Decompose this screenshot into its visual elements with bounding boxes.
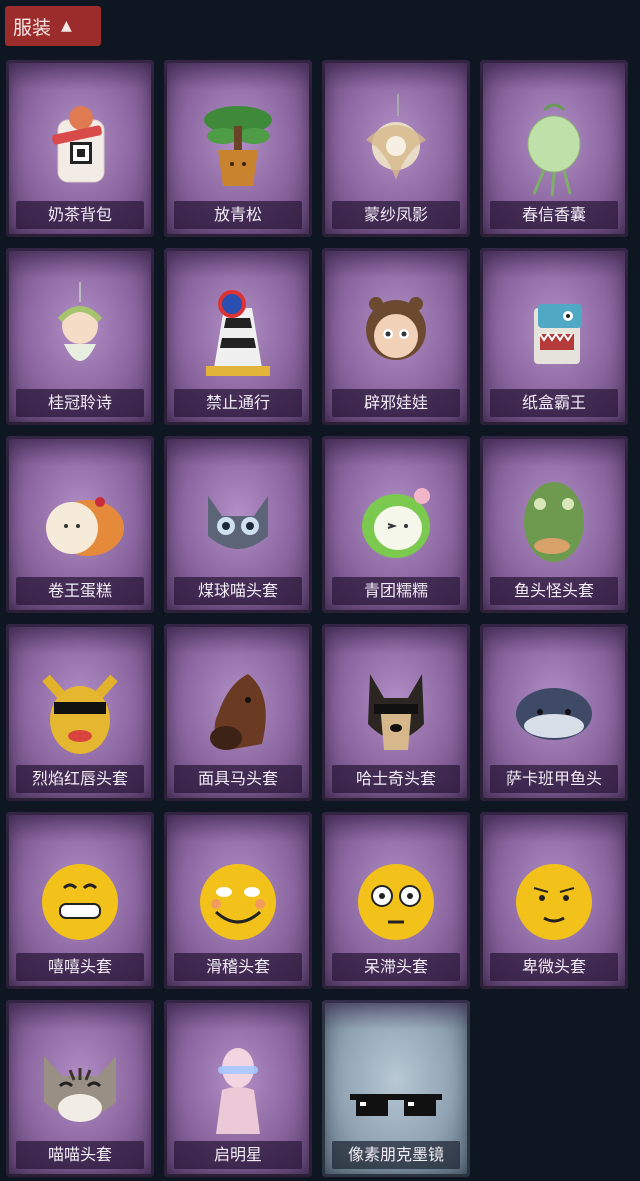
outfit-name: 启明星 bbox=[174, 1141, 302, 1169]
outfit-name: 喵喵头套 bbox=[16, 1141, 144, 1169]
outfit-name: 面具马头套 bbox=[174, 765, 302, 793]
outfit-card[interactable]: 春信香囊 bbox=[480, 60, 628, 237]
outfit-card[interactable]: 青团糯糯 bbox=[322, 436, 470, 613]
outfit-name: 奶茶背包 bbox=[16, 201, 144, 229]
husky-mask-icon bbox=[368, 674, 424, 750]
outfit-card[interactable]: 奶茶背包 bbox=[6, 60, 154, 237]
outfit-card[interactable]: 萨卡班甲鱼头 bbox=[480, 624, 628, 801]
gray-cat-head-icon bbox=[208, 496, 268, 549]
roll-cake-icon bbox=[46, 497, 124, 556]
green-rice-ball-icon bbox=[362, 488, 430, 558]
outfit-name: 桂冠聆诗 bbox=[16, 389, 144, 417]
outfit-name: 滑稽头套 bbox=[174, 953, 302, 981]
outfit-name: 蒙纱凤影 bbox=[332, 201, 460, 229]
cardboard-dino-icon bbox=[534, 304, 582, 364]
outfit-card[interactable]: 禁止通行 bbox=[164, 248, 312, 425]
category-header[interactable]: 服装 ▲ bbox=[5, 6, 101, 46]
outfit-card[interactable]: 嘻嘻头套 bbox=[6, 812, 154, 989]
milk-tea-backpack-icon bbox=[52, 106, 105, 183]
outfit-name: 青团糯糯 bbox=[332, 577, 460, 605]
phoenix-charm-icon bbox=[366, 94, 426, 180]
outfit-card[interactable]: 卑微头套 bbox=[480, 812, 628, 989]
outfit-name: 辟邪娃娃 bbox=[332, 389, 460, 417]
outfit-name: 煤球喵头套 bbox=[174, 577, 302, 605]
sachet-icon bbox=[527, 103, 581, 197]
outfit-card[interactable]: 纸盒霸王 bbox=[480, 248, 628, 425]
no-entry-cone-icon bbox=[206, 290, 270, 376]
outfit-card[interactable]: 像素朋克墨镜 bbox=[322, 1000, 470, 1177]
sacabambaspis-head-icon bbox=[516, 688, 592, 740]
outfit-name: 卷王蛋糕 bbox=[16, 577, 144, 605]
stare-emoji-icon bbox=[358, 864, 434, 940]
outfit-name: 放青松 bbox=[174, 201, 302, 229]
outfit-card[interactable]: 喵喵头套 bbox=[6, 1000, 154, 1177]
chevron-up-icon: ▲ bbox=[61, 18, 72, 34]
horse-mask-icon bbox=[210, 674, 266, 750]
outfit-card[interactable]: 呆滞头套 bbox=[322, 812, 470, 989]
outfit-name: 呆滞头套 bbox=[332, 953, 460, 981]
outfit-card[interactable]: 煤球喵头套 bbox=[164, 436, 312, 613]
outfit-name: 春信香囊 bbox=[490, 201, 618, 229]
outfit-name: 鱼头怪头套 bbox=[490, 577, 618, 605]
outfit-card[interactable]: 桂冠聆诗 bbox=[6, 248, 154, 425]
outfit-name: 卑微头套 bbox=[490, 953, 618, 981]
pixel-sunglasses-icon bbox=[350, 1094, 442, 1116]
outfit-card[interactable]: 鱼头怪头套 bbox=[480, 436, 628, 613]
outfit-card[interactable]: 滑稽头套 bbox=[164, 812, 312, 989]
glowing-figure-icon bbox=[216, 1048, 260, 1134]
potted-pine-icon bbox=[204, 106, 272, 186]
outfit-card[interactable]: 卷王蛋糕 bbox=[6, 436, 154, 613]
fish-head-mask-icon bbox=[524, 482, 584, 562]
yellow-mask-sunglasses-icon bbox=[42, 674, 118, 754]
outfit-card[interactable]: 启明星 bbox=[164, 1000, 312, 1177]
outfit-card[interactable]: 哈士奇头套 bbox=[322, 624, 470, 801]
meek-emoji-icon bbox=[516, 864, 592, 940]
outfit-card[interactable]: 烈焰红唇头套 bbox=[6, 624, 154, 801]
outfit-name: 烈焰红唇头套 bbox=[16, 765, 144, 793]
outfit-name: 嘻嘻头套 bbox=[16, 953, 144, 981]
tabby-cat-head-icon bbox=[44, 1056, 116, 1122]
funny-emoji-icon bbox=[200, 864, 276, 940]
outfit-name: 萨卡班甲鱼头 bbox=[490, 765, 618, 793]
grin-emoji-icon bbox=[42, 864, 118, 940]
laurel-doll-charm-icon bbox=[57, 282, 103, 361]
outfit-card[interactable]: 辟邪娃娃 bbox=[322, 248, 470, 425]
outfit-card[interactable]: 蒙纱凤影 bbox=[322, 60, 470, 237]
doll-head-icon bbox=[366, 297, 426, 360]
outfit-card[interactable]: 放青松 bbox=[164, 60, 312, 237]
outfit-name: 哈士奇头套 bbox=[332, 765, 460, 793]
category-title: 服装 bbox=[13, 16, 52, 39]
outfit-name: 像素朋克墨镜 bbox=[332, 1141, 460, 1169]
outfit-name: 禁止通行 bbox=[174, 389, 302, 417]
outfit-name: 纸盒霸王 bbox=[490, 389, 618, 417]
outfit-card[interactable]: 面具马头套 bbox=[164, 624, 312, 801]
